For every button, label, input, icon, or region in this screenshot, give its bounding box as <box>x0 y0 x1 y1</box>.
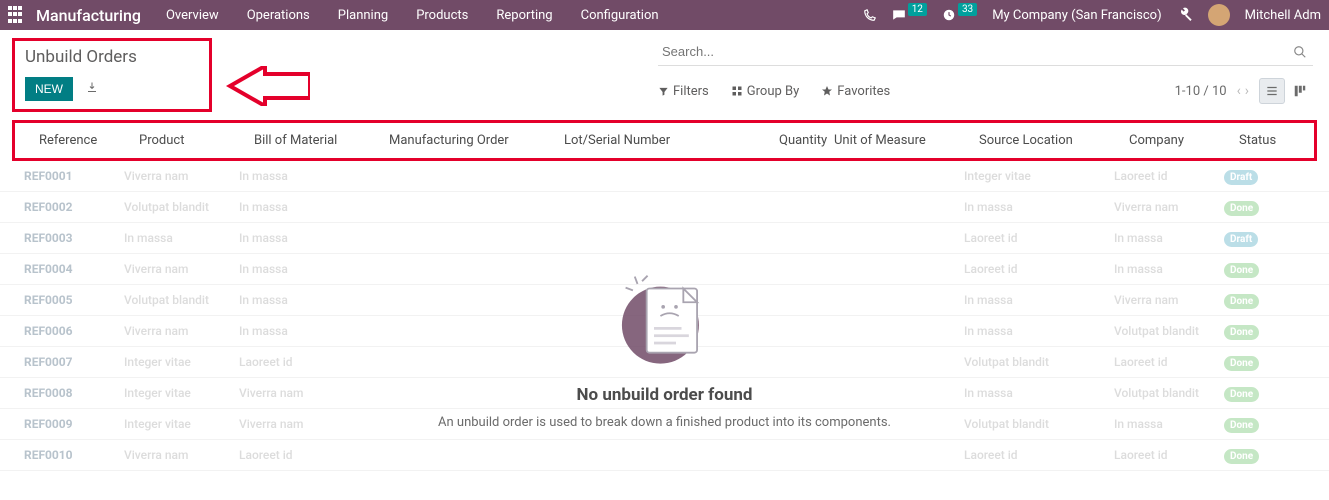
activity-icon[interactable]: 33 <box>942 8 977 22</box>
company-selector[interactable]: My Company (San Francisco) <box>992 8 1161 23</box>
top-nav: Overview Operations Planning Products Re… <box>166 8 659 23</box>
activity-badge: 33 <box>958 3 977 16</box>
table-row[interactable]: REF0006Viverra namIn massaIn massaVolutp… <box>0 316 1329 347</box>
col-uom[interactable]: Unit of Measure <box>834 133 979 148</box>
annotation-arrow-icon <box>225 66 310 106</box>
annotation-highlight-columns: Reference Product Bill of Material Manuf… <box>12 120 1317 161</box>
nav-planning[interactable]: Planning <box>338 8 388 23</box>
messages-badge: 12 <box>908 3 927 16</box>
ghost-sample-rows: REF0001Viverra namIn massaInteger vitaeL… <box>0 161 1329 471</box>
col-lot[interactable]: Lot/Serial Number <box>564 133 779 148</box>
groupby-label: Group By <box>747 84 800 99</box>
col-mo[interactable]: Manufacturing Order <box>389 133 564 148</box>
table-row[interactable]: REF0005Volutpat blanditIn massaIn massaV… <box>0 285 1329 316</box>
app-brand[interactable]: Manufacturing <box>36 6 141 25</box>
topbar-right: 12 33 My Company (San Francisco) Mitchel… <box>863 4 1321 26</box>
kanban-view-icon[interactable] <box>1287 78 1313 104</box>
table-row[interactable]: REF0003In massaIn massaLaoreet idIn mass… <box>0 223 1329 254</box>
control-panel-right: Filters Group By Favorites 1-10 / 10 ‹ › <box>658 38 1313 112</box>
apps-icon[interactable] <box>8 6 26 24</box>
table-row[interactable]: REF0010Viverra namLaoreet idLaoreet idLa… <box>0 440 1329 471</box>
view-switcher <box>1259 78 1313 104</box>
nav-overview[interactable]: Overview <box>166 8 219 23</box>
filters-label: Filters <box>673 84 709 99</box>
export-icon[interactable] <box>86 82 98 97</box>
col-status[interactable]: Status <box>1239 133 1284 148</box>
favorites-label: Favorites <box>837 84 890 99</box>
col-quantity[interactable]: Quantity <box>779 133 834 148</box>
search-bar <box>658 38 1313 66</box>
favorites-button[interactable]: Favorites <box>821 84 890 99</box>
table-row[interactable]: REF0008Integer vitaeViverra namIn massaV… <box>0 378 1329 409</box>
page-title: Unbuild Orders <box>25 47 199 67</box>
control-panel: Unbuild Orders NEW Filters <box>0 30 1329 116</box>
table-row[interactable]: REF0007Integer vitaeLaoreet idVolutpat b… <box>0 347 1329 378</box>
pager-text[interactable]: 1-10 / 10 <box>1175 84 1227 99</box>
table-row[interactable]: REF0001Viverra namIn massaInteger vitaeL… <box>0 161 1329 192</box>
search-options-row: Filters Group By Favorites 1-10 / 10 ‹ › <box>658 78 1313 104</box>
col-company[interactable]: Company <box>1129 133 1239 148</box>
search-input[interactable] <box>658 42 1293 61</box>
phone-icon[interactable] <box>863 8 877 22</box>
table-row[interactable]: REF0009Integer vitaeViverra namVolutpat … <box>0 409 1329 440</box>
pager-prev-icon[interactable]: ‹ <box>1237 83 1241 99</box>
nav-operations[interactable]: Operations <box>247 8 310 23</box>
control-panel-left: Unbuild Orders NEW <box>0 38 212 112</box>
nav-configuration[interactable]: Configuration <box>581 8 659 23</box>
filters-button[interactable]: Filters <box>658 84 709 99</box>
pager-next-icon[interactable]: › <box>1245 83 1249 99</box>
table-row[interactable]: REF0002Volutpat blanditIn massaIn massaV… <box>0 192 1329 223</box>
table-header-row: Reference Product Bill of Material Manuf… <box>15 123 1314 158</box>
topbar: Manufacturing Overview Operations Planni… <box>0 0 1329 30</box>
nav-products[interactable]: Products <box>416 8 468 23</box>
debug-icon[interactable] <box>1177 7 1193 23</box>
table-row[interactable]: REF0004Viverra namIn massaLaoreet idIn m… <box>0 254 1329 285</box>
col-bom[interactable]: Bill of Material <box>254 133 389 148</box>
list-view-icon[interactable] <box>1259 78 1285 104</box>
annotation-highlight-box: Unbuild Orders NEW <box>12 38 212 112</box>
new-button[interactable]: NEW <box>25 77 73 101</box>
messages-icon[interactable]: 12 <box>892 8 927 22</box>
nav-reporting[interactable]: Reporting <box>496 8 552 23</box>
groupby-button[interactable]: Group By <box>731 84 800 99</box>
user-name[interactable]: Mitchell Adm <box>1245 8 1321 23</box>
col-reference[interactable]: Reference <box>39 133 139 148</box>
search-icon[interactable] <box>1293 45 1313 59</box>
col-product[interactable]: Product <box>139 133 254 148</box>
col-source[interactable]: Source Location <box>979 133 1129 148</box>
pager: 1-10 / 10 ‹ › <box>1175 78 1313 104</box>
user-avatar[interactable] <box>1208 4 1230 26</box>
